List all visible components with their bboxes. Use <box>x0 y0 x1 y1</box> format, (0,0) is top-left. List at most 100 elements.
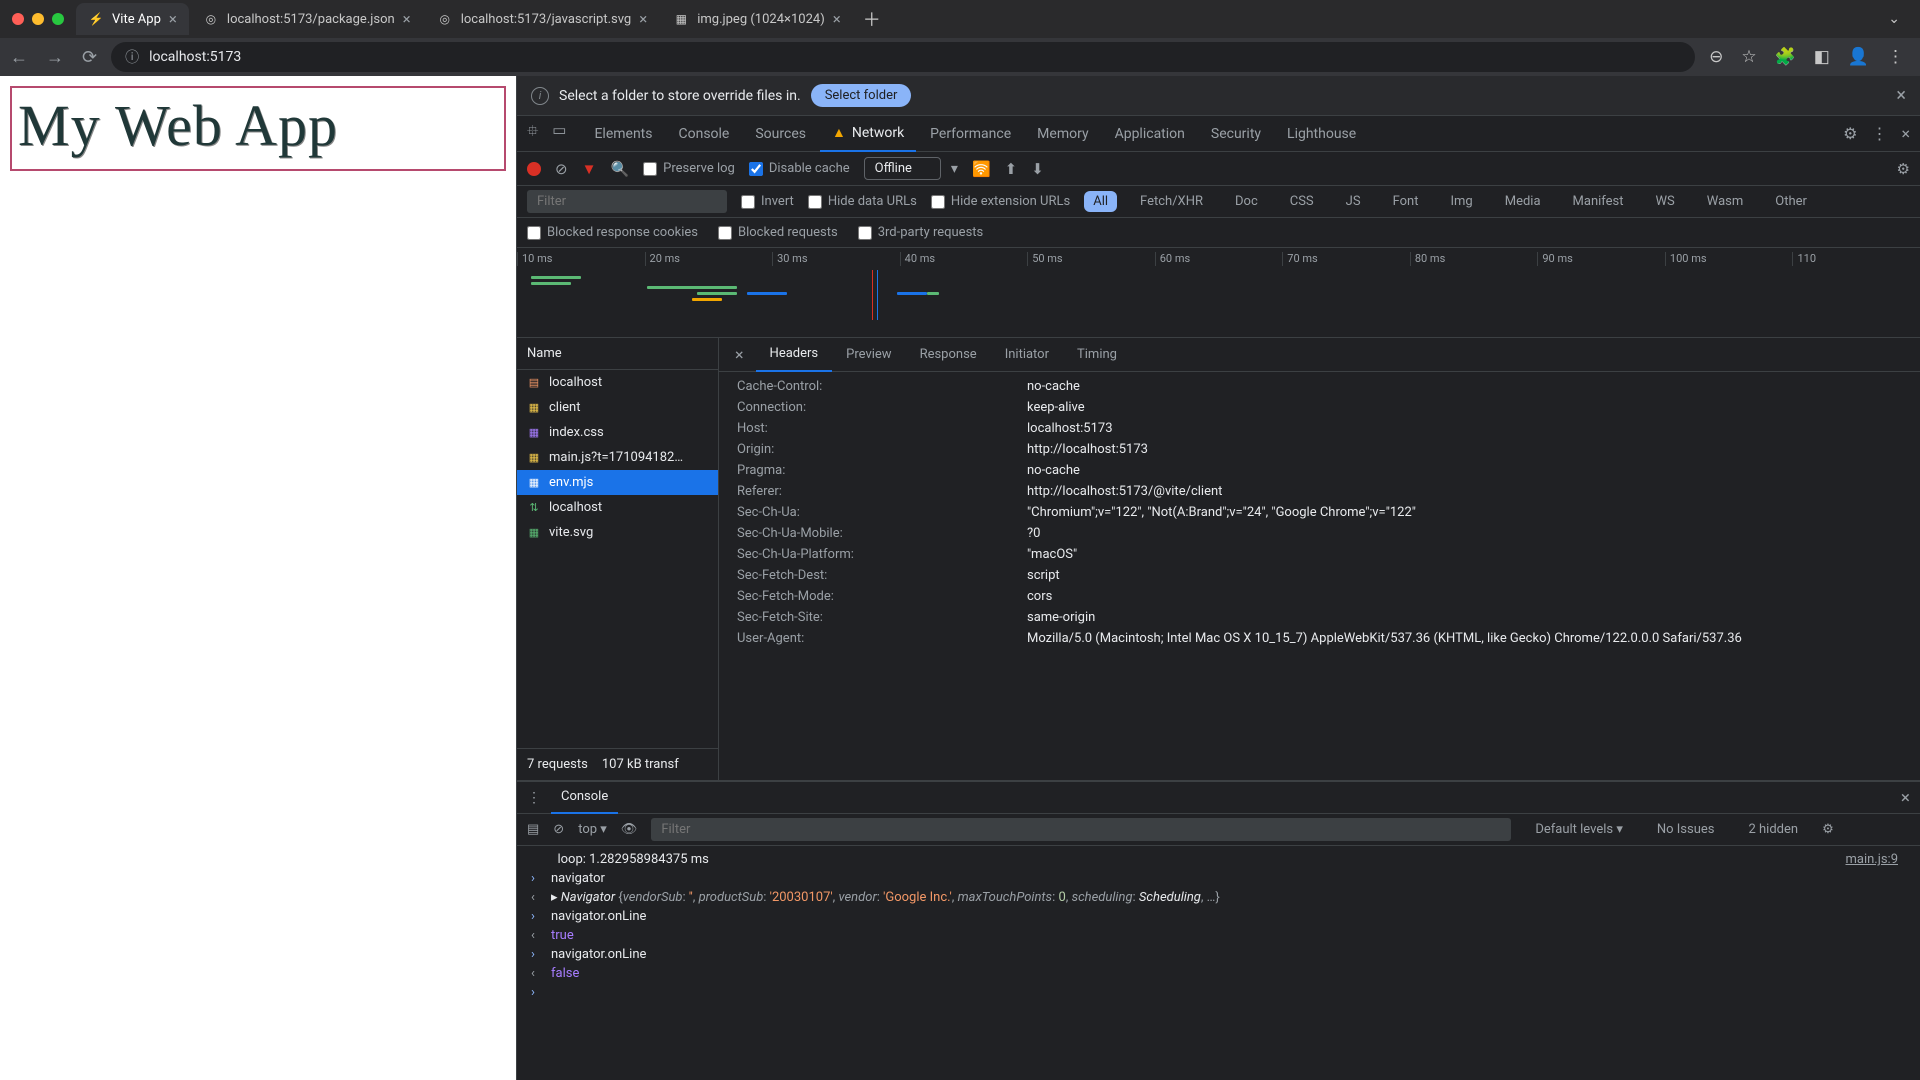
request-row[interactable]: ⇅localhost <box>517 495 718 520</box>
back-button[interactable]: ← <box>10 47 28 68</box>
more-icon[interactable]: ⋮ <box>1871 124 1887 143</box>
browser-tab[interactable]: ▦ img.jpeg (1024×1024) × <box>661 3 853 35</box>
hide-data-urls-checkbox[interactable]: Hide data URLs <box>808 194 917 209</box>
filter-chip-font[interactable]: Font <box>1384 191 1428 212</box>
device-mode-icon[interactable]: ▭ <box>552 121 566 146</box>
disable-cache-checkbox[interactable]: Disable cache <box>749 161 850 176</box>
blocked-requests-checkbox[interactable]: Blocked requests <box>718 225 838 240</box>
close-tab-icon[interactable]: × <box>169 10 177 28</box>
hidden-count[interactable]: 2 hidden <box>1738 820 1808 839</box>
timing-subtab[interactable]: Timing <box>1063 338 1131 372</box>
console-settings-icon[interactable]: ⚙ <box>1822 822 1834 837</box>
request-row[interactable]: ▦vite.svg <box>517 520 718 545</box>
request-row[interactable]: ▤localhost <box>517 370 718 395</box>
profile-icon[interactable]: 👤 <box>1848 47 1869 67</box>
console-clear-icon[interactable]: ⊘ <box>553 822 564 837</box>
console-filter-input[interactable] <box>651 818 1511 841</box>
preview-subtab[interactable]: Preview <box>832 338 905 372</box>
forward-button[interactable]: → <box>46 47 64 68</box>
filter-chip-ws[interactable]: WS <box>1647 191 1684 212</box>
log-source-link[interactable]: main.js:9 <box>1845 852 1906 867</box>
issues-button[interactable]: No Issues <box>1647 820 1725 839</box>
memory-tab[interactable]: Memory <box>1025 116 1100 152</box>
performance-tab[interactable]: Performance <box>918 116 1023 152</box>
hide-extension-urls-checkbox[interactable]: Hide extension URLs <box>931 194 1070 209</box>
sidepanel-icon[interactable]: ◧ <box>1814 47 1830 67</box>
network-settings-icon[interactable]: ⚙ <box>1897 160 1910 178</box>
maximize-window-icon[interactable] <box>52 13 64 25</box>
filter-chip-media[interactable]: Media <box>1496 191 1550 212</box>
third-party-requests-checkbox[interactable]: 3rd-party requests <box>858 225 984 240</box>
browser-tab[interactable]: ◎ localhost:5173/package.json × <box>191 3 423 35</box>
filter-chip-other[interactable]: Other <box>1766 191 1816 212</box>
throttle-select[interactable]: Offline <box>864 157 941 180</box>
clear-button[interactable]: ⊘ <box>555 160 568 178</box>
filter-chip-img[interactable]: Img <box>1441 191 1481 212</box>
reload-button[interactable]: ⟳ <box>82 47 97 68</box>
request-row[interactable]: ▦env.mjs <box>517 470 718 495</box>
site-info-icon[interactable]: ⓘ <box>125 47 139 67</box>
inspect-element-icon[interactable]: ⯐ <box>527 121 538 146</box>
settings-icon[interactable]: ⚙ <box>1843 124 1857 143</box>
close-tab-icon[interactable]: × <box>833 10 841 28</box>
filter-chip-wasm[interactable]: Wasm <box>1698 191 1753 212</box>
close-detail-icon[interactable]: × <box>723 345 756 364</box>
select-folder-button[interactable]: Select folder <box>811 84 912 107</box>
filter-chip-doc[interactable]: Doc <box>1226 191 1267 212</box>
console-tab[interactable]: Console <box>666 116 741 152</box>
security-tab[interactable]: Security <box>1199 116 1273 152</box>
filter-chip-manifest[interactable]: Manifest <box>1564 191 1633 212</box>
filter-chip-fetchxhr[interactable]: Fetch/XHR <box>1131 191 1212 212</box>
request-row[interactable]: ▦client <box>517 395 718 420</box>
close-drawer-icon[interactable]: × <box>1901 788 1910 808</box>
blocked-response-cookies-checkbox[interactable]: Blocked response cookies <box>527 225 698 240</box>
request-row[interactable]: ▦index.css <box>517 420 718 445</box>
omnibox[interactable]: ⓘ localhost:5173 <box>111 42 1695 72</box>
new-tab-button[interactable]: ＋ <box>855 6 889 32</box>
filter-toggle-icon[interactable]: ▼ <box>582 160 597 178</box>
zoom-icon[interactable]: ⊖ <box>1709 47 1723 67</box>
import-har-icon[interactable]: ⬆ <box>1005 160 1018 178</box>
invert-checkbox[interactable]: Invert <box>741 194 794 209</box>
initiator-subtab[interactable]: Initiator <box>991 338 1063 372</box>
close-tab-icon[interactable]: × <box>639 10 647 28</box>
close-devtools-icon[interactable]: × <box>1901 124 1910 143</box>
filter-chip-css[interactable]: CSS <box>1281 191 1323 212</box>
browser-tab[interactable]: ◎ localhost:5173/javascript.svg × <box>425 3 660 35</box>
console-prompt[interactable]: › <box>517 983 1920 1002</box>
console-context-selector[interactable]: top ▾ <box>578 822 607 837</box>
close-tab-icon[interactable]: × <box>403 10 411 28</box>
menu-icon[interactable]: ⋮ <box>1887 47 1904 67</box>
network-timeline[interactable]: 10 ms20 ms30 ms40 ms50 ms60 ms70 ms80 ms… <box>517 248 1920 338</box>
network-filter-input[interactable] <box>527 190 727 213</box>
filter-chip-all[interactable]: All <box>1084 191 1117 212</box>
network-conditions-icon[interactable]: 🛜 <box>972 160 991 178</box>
network-tab[interactable]: ▲Network <box>820 116 916 152</box>
record-button[interactable] <box>527 162 541 176</box>
request-row[interactable]: ▦main.js?t=171094182… <box>517 445 718 470</box>
export-har-icon[interactable]: ⬇ <box>1031 160 1044 178</box>
response-subtab[interactable]: Response <box>906 338 991 372</box>
headers-subtab[interactable]: Headers <box>756 338 833 372</box>
log-levels-selector[interactable]: Default levels ▾ <box>1525 820 1633 839</box>
console-sidebar-toggle-icon[interactable]: ▤ <box>527 822 539 837</box>
lighthouse-tab[interactable]: Lighthouse <box>1275 116 1368 152</box>
console-drawer-tab[interactable]: Console <box>551 782 618 814</box>
search-icon[interactable]: 🔍 <box>610 160 629 178</box>
preserve-log-checkbox[interactable]: Preserve log <box>643 161 735 176</box>
bookmark-icon[interactable]: ☆ <box>1741 47 1756 67</box>
drawer-menu-icon[interactable]: ⋮ <box>527 790 541 806</box>
minimize-window-icon[interactable] <box>32 13 44 25</box>
filter-chip-js[interactable]: JS <box>1337 191 1370 212</box>
close-window-icon[interactable] <box>12 13 24 25</box>
console-output[interactable]: loop: 1.282958984375 msmain.js:9›navigat… <box>517 846 1920 1080</box>
elements-tab[interactable]: Elements <box>582 116 664 152</box>
browser-tab[interactable]: ⚡ Vite App × <box>76 3 189 35</box>
request-list-header[interactable]: Name <box>517 338 718 370</box>
live-expression-icon[interactable]: 👁 <box>621 822 638 837</box>
headers-list[interactable]: Cache-Control:no-cacheConnection:keep-al… <box>719 372 1920 780</box>
throttle-dropdown-icon[interactable]: ▾ <box>951 161 958 177</box>
close-infobar-icon[interactable]: × <box>1896 85 1906 106</box>
sources-tab[interactable]: Sources <box>743 116 818 152</box>
application-tab[interactable]: Application <box>1103 116 1197 152</box>
